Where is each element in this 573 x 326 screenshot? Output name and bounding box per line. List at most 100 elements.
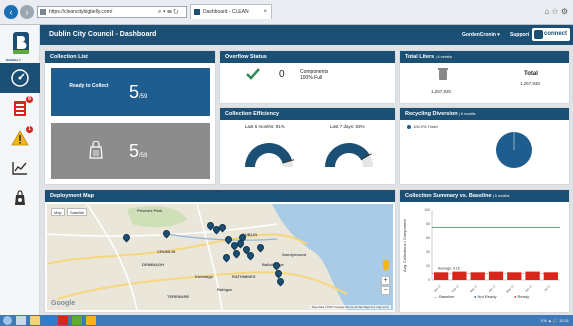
os-taskbar: EN ▲ 🔊 12:21 xyxy=(0,315,573,326)
taskbar-app-icon[interactable] xyxy=(16,316,26,325)
chart-y-tick-label: 80 xyxy=(426,222,430,226)
legend-ready: ● Ready xyxy=(514,294,530,299)
taskbar-app3-icon[interactable] xyxy=(72,316,82,325)
chart-bar-ready xyxy=(434,272,449,280)
chart-x-tick-label: Apr 17 xyxy=(488,284,497,293)
alerts-badge: 1 xyxy=(26,126,33,133)
google-logo: Google xyxy=(51,300,76,307)
chart-x-tick-label: May 17 xyxy=(505,284,515,294)
zoom-out-button[interactable]: − xyxy=(381,286,390,295)
sidebar-item-recycling[interactable] xyxy=(0,183,40,213)
not-ready-tile[interactable]: 5/59 xyxy=(51,123,210,179)
browser-toolbar: ‹ › https://cleancitybigbelly.com/ ⌕ ▾ ☰… xyxy=(0,0,573,25)
chart-x-tick-label: Jul 17 xyxy=(543,284,552,293)
back-button[interactable]: ‹ xyxy=(4,5,18,19)
start-button-icon[interactable] xyxy=(3,316,12,325)
tab-close-icon[interactable]: × xyxy=(263,5,267,19)
speedometer-icon xyxy=(11,69,29,87)
chart-icon xyxy=(12,162,27,175)
logo-text: BIGBELLY xyxy=(6,58,21,62)
taskbar-app2-icon[interactable] xyxy=(58,316,68,325)
legend-not-ready: ● Not Ready xyxy=(474,294,497,299)
chart-y-axis-label: Avg. Collections / Component xyxy=(402,218,407,272)
trash-legend-dot xyxy=(407,125,411,129)
street-view-pegman-icon[interactable] xyxy=(383,260,389,270)
bins-badge: 8 xyxy=(26,96,33,103)
summary-title: Collection Summary vs. Baseline | 6 mont… xyxy=(400,190,569,202)
chart-bar-ready xyxy=(470,272,485,280)
map-canvas[interactable]: Map Satellite Phoenix Park DUBLIN CRUMLI… xyxy=(47,204,393,310)
map-label-crumlin: CRUMLIN xyxy=(157,249,176,254)
chart-y-tick-label: 40 xyxy=(426,250,430,254)
page-title: Dublin City Council - Dashboard xyxy=(49,31,157,38)
map-label-drimnagh: DRIMNAGH xyxy=(142,262,164,267)
total-liters-title: Total Liters | 6 months xyxy=(400,51,569,63)
recycle-bag-icon xyxy=(15,190,25,205)
connect-button[interactable]: connect xyxy=(532,28,570,41)
browser-tab[interactable]: Dashboard - CLEAN × xyxy=(190,4,272,19)
sidebar-item-bins[interactable]: 8 xyxy=(0,93,40,123)
sidebar-item-dashboard[interactable] xyxy=(0,63,40,93)
zoom-in-button[interactable]: + xyxy=(381,276,390,285)
overflow-status-panel: Overflow Status 0 Components 100% Full xyxy=(220,51,395,103)
chart-bar-ready xyxy=(543,272,558,280)
tab-favicon-icon xyxy=(194,9,200,15)
collection-efficiency-panel: Collection Efficiency Last 6 months: 91%… xyxy=(220,108,395,184)
chart-y-tick-label: 0 xyxy=(428,278,430,282)
user-menu[interactable]: GordenCronin ▾ xyxy=(462,25,500,45)
ready-to-collect-tile[interactable]: Ready to Collect 5/59 xyxy=(51,68,210,116)
map-label-rathmines: RATHMINES xyxy=(232,274,256,279)
not-ready-count: 5/59 xyxy=(129,141,148,161)
collection-summary-panel: Collection Summary vs. Baseline | 6 mont… xyxy=(400,190,569,312)
satellite-view-button[interactable]: Satellite xyxy=(67,208,88,216)
map-label-kimmage: Kimmage xyxy=(195,274,214,279)
overflow-count: 0 xyxy=(279,69,285,80)
recycling-diversion-panel: Recycling Diversion | 6 months 100.0% Tr… xyxy=(400,108,569,184)
recycling-title: Recycling Diversion | 6 months xyxy=(400,108,569,120)
support-link[interactable]: Support xyxy=(510,25,529,45)
taskbar-browser-icon[interactable] xyxy=(44,316,54,325)
bigbelly-logo-icon xyxy=(13,32,29,54)
battery-bin-icon xyxy=(14,101,26,116)
total-value: 1,257,930 xyxy=(520,81,541,86)
map-attribution[interactable]: Map data ©2017 Google Terms of Use Repor… xyxy=(309,305,391,309)
chart-bar-ready xyxy=(507,272,522,280)
forward-button[interactable]: › xyxy=(20,5,34,19)
system-tray[interactable]: EN ▲ 🔊 12:21 xyxy=(541,315,569,326)
map-view-button[interactable]: Map xyxy=(51,208,65,216)
chart-x-tick-label: Jan 17 xyxy=(433,284,442,293)
chart-y-tick-label: 20 xyxy=(426,264,430,268)
efficiency-left-label: Last 6 months: 91% xyxy=(245,124,285,129)
checkmark-icon xyxy=(246,68,260,80)
sidebar-item-alerts[interactable]: 1 xyxy=(0,123,40,153)
map-label-terenure: TERENURE xyxy=(167,294,190,299)
connect-icon xyxy=(534,30,543,39)
overflow-text: Components 100% Full xyxy=(300,69,329,81)
chart-y-tick-label: 100 xyxy=(424,208,430,212)
collection-list-title: Collection List xyxy=(45,51,215,63)
trash-bag-icon xyxy=(89,141,103,159)
tab-title: Dashboard - CLEAN xyxy=(203,9,249,15)
page-icon xyxy=(40,9,46,15)
legend-baseline: — Baseline xyxy=(434,294,455,299)
liters-left-value: 1,257,930 xyxy=(431,89,452,94)
trash-bin-icon xyxy=(438,68,448,80)
chart-bar-ready xyxy=(525,271,540,280)
taskbar-app4-icon[interactable] xyxy=(86,316,96,325)
chart-x-tick-label: Feb 17 xyxy=(451,284,461,294)
map-background xyxy=(47,204,393,310)
chart-average-annotation: Average: 9.16 xyxy=(438,267,460,271)
ready-count: 5/59 xyxy=(129,82,148,102)
efficiency-title: Collection Efficiency xyxy=(220,108,395,120)
collection-list-panel: Collection List Ready to Collect 5/59 5/… xyxy=(45,51,215,184)
trash-legend-text: 100.0% Trash xyxy=(413,124,438,129)
address-tools[interactable]: ⌕ ▾ ☰ ⭮ xyxy=(158,6,178,18)
taskbar-folder-icon[interactable] xyxy=(30,316,40,325)
chart-bar-ready xyxy=(488,271,504,280)
chart-bar-ready xyxy=(452,271,467,280)
window-controls[interactable]: ⌂ ☆ ⚙ xyxy=(544,7,568,16)
chart-x-tick-label: Jun 17 xyxy=(524,284,533,293)
sidebar-item-reports[interactable] xyxy=(0,153,40,183)
url-text: https://cleancitybigbelly.com/ xyxy=(49,9,113,15)
ready-label: Ready to Collect xyxy=(69,83,109,89)
